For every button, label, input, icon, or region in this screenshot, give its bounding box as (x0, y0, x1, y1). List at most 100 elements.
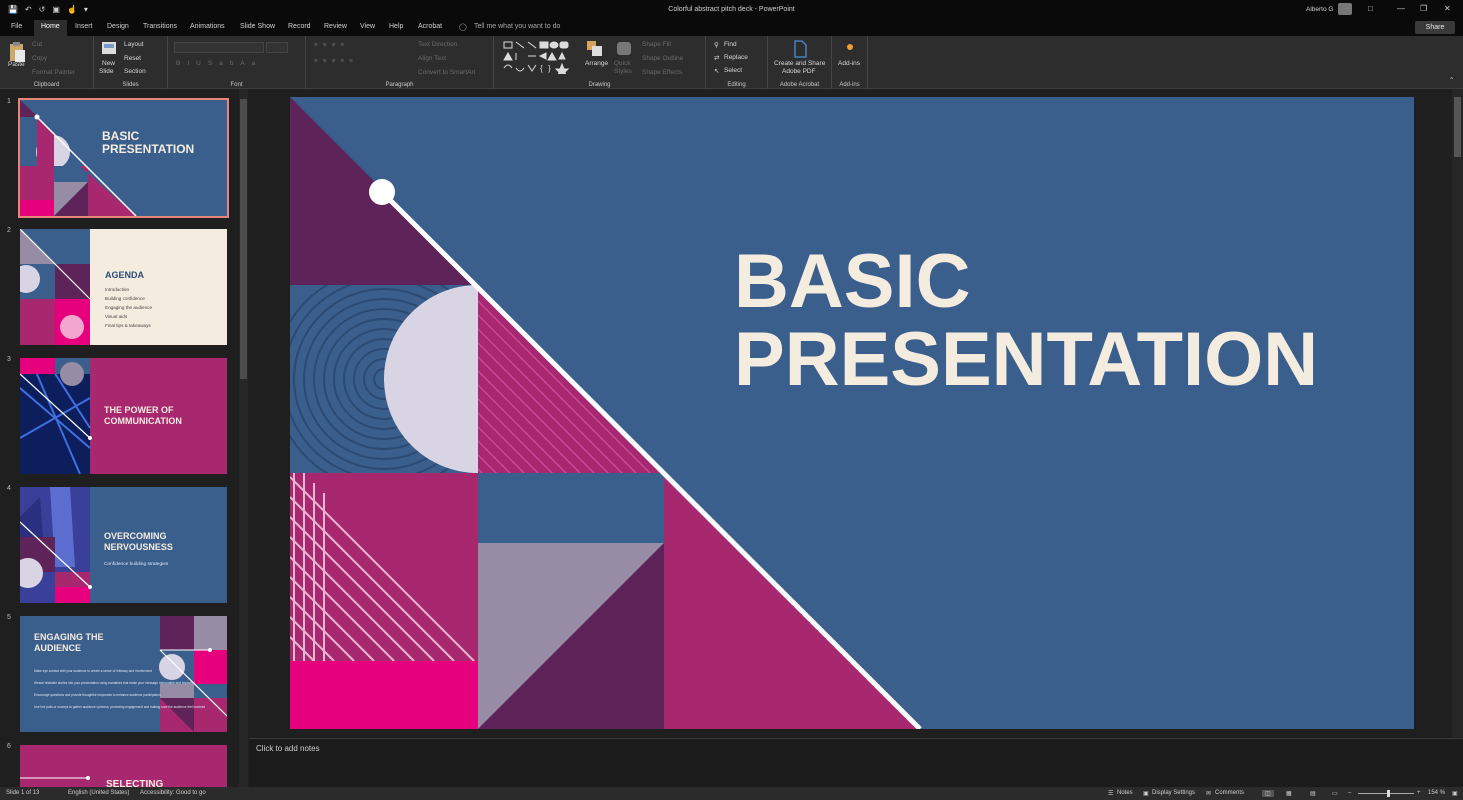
slide-title-line1[interactable]: BASIC (734, 239, 970, 324)
adobe-pdf-icon[interactable] (792, 40, 808, 58)
tab-review[interactable]: Review (324, 23, 347, 30)
window-title: Colorful abstract pitch deck - PowerPoin… (668, 6, 795, 13)
tab-record[interactable]: Record (288, 23, 311, 30)
slide-number: 6 (7, 743, 11, 750)
find-button[interactable]: Find (724, 41, 737, 48)
notes-placeholder[interactable]: Click to add notes (256, 744, 320, 753)
fit-slide-icon[interactable]: ▣ (1452, 790, 1458, 797)
zoom-level[interactable]: 154 % (1428, 790, 1445, 796)
font-size-box[interactable] (266, 42, 288, 53)
quick-styles-button[interactable]: Quick (614, 60, 631, 67)
tab-design[interactable]: Design (107, 23, 129, 30)
tab-insert[interactable]: Insert (75, 23, 93, 30)
arrange-icon[interactable] (586, 40, 604, 58)
share-button[interactable]: Share (1415, 21, 1455, 34)
slide-sorter-icon[interactable]: ▦ (1286, 790, 1292, 797)
text-direction-button[interactable]: Text Direction (418, 41, 457, 48)
main-slide[interactable]: BASIC PRESENTATION (290, 97, 1414, 729)
create-share-pdf-label2: Adobe PDF (782, 68, 816, 75)
tab-file[interactable]: File (11, 23, 22, 30)
replace-icon: ⇄ (714, 55, 720, 62)
addins-button[interactable]: Add-ins (838, 60, 860, 67)
paragraph-label: Paragraph (385, 82, 414, 88)
copy-button[interactable]: Copy (32, 55, 47, 62)
slide-thumbnail-3[interactable]: THE POWER OF COMMUNICATION (20, 358, 227, 474)
editing-group: ⚲ Find ⇄ Replace ↖ Select Editing (706, 36, 768, 89)
tab-home[interactable]: Home (34, 20, 67, 36)
slide-title-line2[interactable]: PRESENTATION (734, 317, 1318, 402)
select-button[interactable]: Select (724, 67, 742, 74)
align-icons[interactable]: ≡≡≡≡≡ (314, 58, 358, 65)
shape-effects-button[interactable]: Shape Effects (642, 69, 682, 76)
ribbon-tabs: File Home Insert Design Transitions Anim… (0, 20, 1463, 36)
replace-button[interactable]: Replace (724, 54, 748, 61)
tab-view[interactable]: View (360, 23, 375, 30)
zoom-in-icon[interactable]: + (1417, 790, 1421, 796)
quick-styles-icon[interactable] (616, 40, 632, 58)
shapes-gallery[interactable]: {} (502, 40, 578, 74)
zoom-slider[interactable] (1358, 793, 1414, 794)
notes-pane[interactable]: Click to add notes (249, 738, 1463, 787)
tab-help[interactable]: Help (389, 23, 403, 30)
collapse-ribbon-icon[interactable]: ⌃ (1449, 76, 1454, 84)
format-painter-button[interactable]: Format Painter (32, 69, 75, 76)
language-status[interactable]: English (United States) (68, 790, 129, 796)
paste-icon[interactable] (8, 41, 26, 63)
zoom-out-icon[interactable]: – (1348, 790, 1351, 796)
tell-me-search[interactable]: Tell me what you want to do (474, 23, 560, 30)
user-name[interactable]: Alberto G (1306, 6, 1333, 13)
zoom-slider-thumb[interactable] (1387, 790, 1390, 797)
font-name-box[interactable] (174, 42, 264, 53)
tab-slide-show[interactable]: Slide Show (240, 23, 275, 30)
tab-animations[interactable]: Animations (190, 23, 225, 30)
normal-view-icon[interactable]: ◫ (1262, 790, 1274, 797)
avatar[interactable] (1338, 3, 1352, 15)
arrange-button[interactable]: Arrange (585, 60, 608, 67)
layout-button[interactable]: Layout (124, 41, 144, 48)
notes-button[interactable]: Notes (1117, 790, 1133, 796)
accessibility-status[interactable]: Accessibility: Good to go (140, 790, 206, 796)
editor-scroll-thumb[interactable] (1454, 97, 1461, 157)
section-button[interactable]: Section (124, 68, 146, 75)
slide-number: 4 (7, 485, 11, 492)
close-icon[interactable]: ✕ (1444, 4, 1451, 13)
thumbnail-scrollbar[interactable] (239, 89, 248, 787)
slideshow-icon[interactable]: ▭ (1332, 790, 1338, 797)
shape-outline-button[interactable]: Shape Outline (642, 55, 683, 62)
align-text-button[interactable]: Align Text (418, 55, 446, 62)
font-format-icons[interactable]: BIUSabAa (176, 60, 262, 67)
pink-rect-shape (290, 661, 478, 729)
status-bar: Slide 1 of 13 English (United States) Ac… (0, 787, 1463, 800)
new-slide-button[interactable]: New (102, 60, 115, 67)
list-icons[interactable]: ≡≡≡≡ (314, 42, 349, 49)
cut-button[interactable]: Cut (32, 41, 42, 48)
comments-button[interactable]: Comments (1215, 790, 1244, 796)
thumb-1-title2: PRESENTATION (102, 142, 194, 156)
shape-fill-button[interactable]: Shape Fill (642, 41, 671, 48)
reading-view-icon[interactable]: ▤ (1310, 790, 1316, 797)
comments-icon: ✉ (1206, 791, 1212, 797)
paste-button[interactable]: Paste (8, 61, 25, 68)
new-slide-icon[interactable] (101, 40, 117, 58)
drawing-label: Drawing (588, 82, 611, 88)
addins-group: Add-ins Add-ins (832, 36, 868, 89)
ribbon: Paste Cut Copy Format Painter Clipboard … (0, 36, 1463, 89)
create-share-pdf-button[interactable]: Create and Share (774, 60, 825, 67)
ribbon-display-icon[interactable]: □ (1368, 4, 1373, 13)
tab-acrobat[interactable]: Acrobat (418, 23, 442, 30)
thumbnail-scroll-thumb[interactable] (240, 99, 247, 379)
slide-thumbnail-2[interactable]: AGENDA Introduction Building confidence … (20, 229, 227, 345)
slide-thumbnail-1[interactable]: BASIC PRESENTATION (18, 98, 229, 218)
addins-icon[interactable] (845, 42, 855, 52)
display-settings-button[interactable]: Display Settings (1152, 790, 1195, 796)
minimize-icon[interactable]: — (1397, 4, 1405, 13)
slide-thumbnail-4[interactable]: OVERCOMING NERVOUSNESS Confidence buildi… (20, 487, 227, 603)
slide-thumbnail-5[interactable]: ENGAGING THE AUDIENCE Make eye contact w… (20, 616, 227, 732)
tab-transitions[interactable]: Transitions (143, 23, 177, 30)
convert-smartart-button[interactable]: Convert to SmartArt (418, 69, 475, 76)
reset-button[interactable]: Reset (124, 55, 141, 62)
restore-icon[interactable]: ❐ (1420, 4, 1427, 13)
editor-scrollbar[interactable] (1452, 89, 1463, 737)
thumb-4-title2: NERVOUSNESS (104, 542, 173, 552)
slide-thumbnail-6[interactable]: SELECTING (20, 745, 227, 787)
